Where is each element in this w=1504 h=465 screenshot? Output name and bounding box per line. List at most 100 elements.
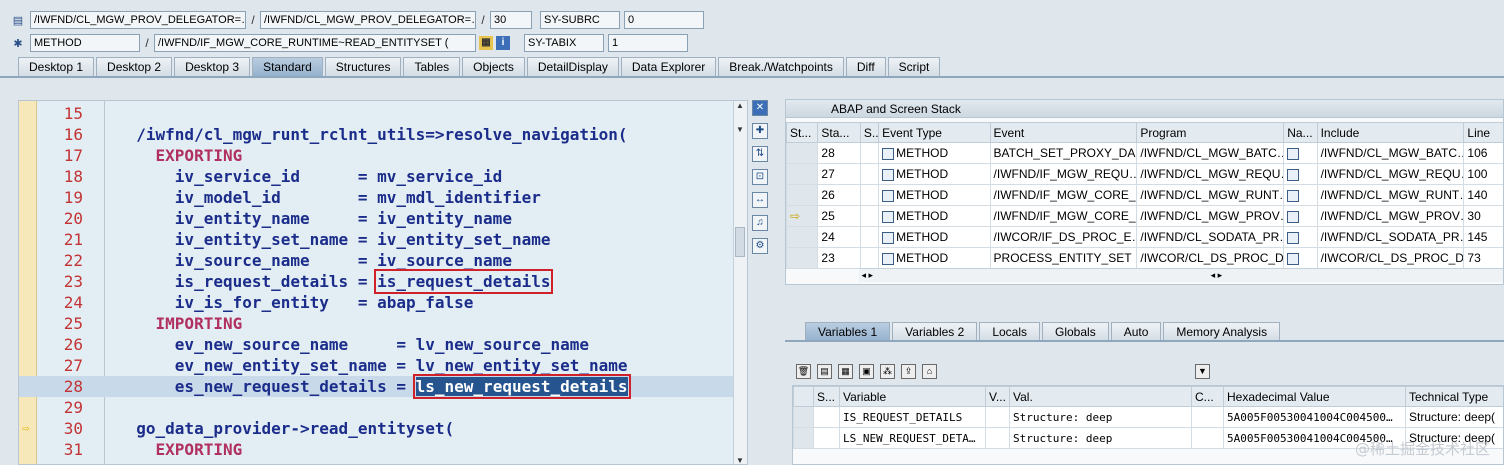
col-include[interactable]: Include [1316, 122, 1465, 143]
tab-objects[interactable]: Objects [462, 57, 525, 76]
stack-row[interactable]: ⇨ 25 METHOD/IWFND/IF_MGW_CORE_…/IWFND/CL_M… [786, 205, 1503, 227]
col-program[interactable]: Program [1136, 122, 1285, 143]
code-line[interactable]: 18 iv_service_id = mv_service_id [19, 166, 747, 187]
line-field[interactable]: 30 [490, 11, 532, 29]
save-icon[interactable]: ▼ [1195, 364, 1210, 379]
stack-horizontal-scrollbar[interactable]: ◂ ▸ ◂ ▸ [859, 268, 1503, 282]
new-tool-icon[interactable]: ✚ [752, 123, 768, 139]
col-variable[interactable]: Variable [839, 386, 986, 407]
tab-diff[interactable]: Diff [845, 57, 886, 76]
col-var-s[interactable]: S... [813, 386, 840, 407]
tab-memory-analysis[interactable]: Memory Analysis [1163, 322, 1281, 341]
close-icon[interactable]: ✕ [752, 100, 768, 116]
delete-icon[interactable]: 🗑 [796, 364, 811, 379]
code-line[interactable]: 23 is_request_details = is_request_detai… [19, 269, 747, 294]
highlighted-variable[interactable]: is_request_details [374, 269, 554, 294]
tab-variables-2[interactable]: Variables 2 [892, 322, 978, 341]
col-st[interactable]: St... [786, 122, 819, 143]
code-line[interactable]: 20 iv_entity_name = iv_entity_name [19, 208, 747, 229]
navigate-source-icon[interactable] [1287, 168, 1300, 181]
settings-icon[interactable]: ⚙ [752, 238, 768, 254]
code-line[interactable]: 19 iv_model_id = mv_mdl_identifier [19, 187, 747, 208]
paste-icon[interactable]: ▦ [838, 364, 853, 379]
col-na[interactable]: Na... [1283, 122, 1318, 143]
line-number: 17 [63, 146, 83, 165]
tab-variables-1[interactable]: Variables 1 [805, 322, 891, 341]
tab-auto[interactable]: Auto [1110, 322, 1162, 341]
tab-standard[interactable]: Standard [252, 57, 323, 76]
stack-row[interactable]: 28 METHOD BATCH_SET_PROXY_DA…/IWFND/CL_MGW… [786, 142, 1503, 164]
code-line[interactable]: 28 es_new_request_details = ls_new_reque… [19, 374, 747, 399]
sy-tabix-value[interactable]: 1 [608, 34, 688, 52]
code-line[interactable]: 29 [19, 397, 747, 418]
scroll-thumb[interactable] [735, 227, 745, 257]
tab-script[interactable]: Script [887, 57, 941, 76]
scroll-up-arrow-2[interactable]: ▼ [736, 125, 744, 134]
stack-row[interactable]: 23 METHOD PROCESS_ENTITY_SET/IWCOR/CL_DS_P… [786, 247, 1503, 269]
headphones-icon[interactable]: ♫ [752, 215, 768, 231]
maximize-icon[interactable]: ⊡ [752, 169, 768, 185]
event-type-icon: ✱ [13, 37, 23, 50]
import-icon[interactable]: ▣ [859, 364, 874, 379]
program-field[interactable]: /IWFND/CL_MGW_PROV_DELEGATOR=… [30, 11, 246, 29]
col-technical-type[interactable]: Technical Type [1405, 386, 1503, 407]
navigate-source-icon[interactable] [1287, 252, 1300, 265]
navigate-source-icon[interactable] [1287, 189, 1300, 202]
scroll-down-arrow[interactable]: ▼ [736, 456, 744, 464]
tab-data-explorer[interactable]: Data Explorer [620, 57, 717, 76]
tab-locals[interactable]: Locals [979, 322, 1040, 341]
code-editor[interactable]: 15 16 /iwfnd/cl_mgw_runt_rclnt_utils=>res… [18, 100, 748, 465]
tab-tables[interactable]: Tables [403, 57, 461, 76]
tab-desktop-1[interactable]: Desktop 1 [18, 57, 95, 76]
navigate-source-icon[interactable] [1287, 210, 1300, 223]
code-line[interactable]: 21 iv_entity_set_name = iv_entity_set_na… [19, 229, 747, 250]
editor-vertical-scrollbar[interactable]: ▲ ▼ ▼ [733, 101, 747, 464]
navigate-source-icon[interactable] [1287, 147, 1300, 160]
code-line[interactable]: ⇨ 30 go_data_provider->read_entityset( [19, 418, 747, 439]
col-event-type[interactable]: Event Type [878, 122, 991, 143]
navigate-icon[interactable]: ▦ [479, 36, 493, 50]
code-line[interactable]: 24 iv_is_for_entity = abap_false [19, 292, 747, 313]
col-stack-level[interactable]: Sta... [817, 122, 861, 143]
code-line[interactable]: 31 EXPORTING [19, 439, 747, 460]
col-val[interactable]: Val. [1009, 386, 1192, 407]
code-line[interactable]: 16 /iwfnd/cl_mgw_runt_rclnt_utils=>resol… [19, 124, 747, 145]
folder-icon[interactable]: ⌂ [922, 364, 937, 379]
tab-desktop-2[interactable]: Desktop 2 [96, 57, 173, 76]
share-icon[interactable]: ⇪ [901, 364, 916, 379]
navigate-source-icon[interactable] [1287, 231, 1300, 244]
highlighted-variable[interactable]: ls_new_request_details [412, 374, 631, 399]
col-s[interactable]: S... [859, 122, 880, 143]
code-line[interactable]: 26 ev_new_source_name = lv_new_source_na… [19, 334, 747, 355]
event-type-field[interactable]: METHOD [30, 34, 140, 52]
col-line[interactable]: Line [1463, 122, 1503, 143]
code-line[interactable]: 25 IMPORTING [19, 313, 747, 334]
tab-structures[interactable]: Structures [324, 57, 402, 76]
info-icon[interactable]: i [496, 36, 510, 50]
code-line[interactable]: 17 EXPORTING [19, 145, 747, 166]
variable-row[interactable]: IS_REQUEST_DETAILS Structure: deep 5A005F0… [793, 406, 1503, 428]
code-line[interactable]: 27 ev_new_entity_set_name = lv_new_entit… [19, 355, 747, 376]
stack-cell-line: 30 [1463, 205, 1503, 227]
copy-icon[interactable]: ▤ [817, 364, 832, 379]
resize-icon[interactable]: ↔ [752, 192, 768, 208]
code-line[interactable]: 22 iv_source_name = iv_source_name [19, 250, 747, 271]
tab-detaildisplay[interactable]: DetailDisplay [526, 57, 619, 76]
col-var-v[interactable]: V... [985, 386, 1010, 407]
stack-row[interactable]: 26 METHOD/IWFND/IF_MGW_CORE_…/IWFND/CL_MG… [786, 184, 1503, 206]
tab-desktop-3[interactable]: Desktop 3 [174, 57, 251, 76]
tab-globals[interactable]: Globals [1042, 322, 1109, 341]
stack-row[interactable]: 24 METHOD/IWCOR/IF_DS_PROC_E…/IWFND/CL_SO… [786, 226, 1503, 248]
sy-subrc-value[interactable]: 0 [624, 11, 704, 29]
tab-breakpoints[interactable]: Break./Watchpoints [718, 57, 844, 76]
group-icon[interactable]: ⁂ [880, 364, 895, 379]
col-var-c[interactable]: C... [1191, 386, 1224, 407]
swap-tool-icon[interactable]: ⇅ [752, 146, 768, 162]
col-event[interactable]: Event [989, 122, 1138, 143]
stack-row[interactable]: 27 METHOD/IWFND/IF_MGW_REQU…/IWFND/CL_MGW… [786, 163, 1503, 185]
col-hex-value[interactable]: Hexadecimal Value [1223, 386, 1406, 407]
event-name-field[interactable]: /IWFND/IF_MGW_CORE_RUNTIME~READ_ENTITYSE… [154, 34, 476, 52]
code-line[interactable]: 15 [19, 103, 747, 124]
include-field[interactable]: /IWFND/CL_MGW_PROV_DELEGATOR=… [260, 11, 476, 29]
scroll-up-arrow[interactable]: ▲ [736, 101, 744, 110]
